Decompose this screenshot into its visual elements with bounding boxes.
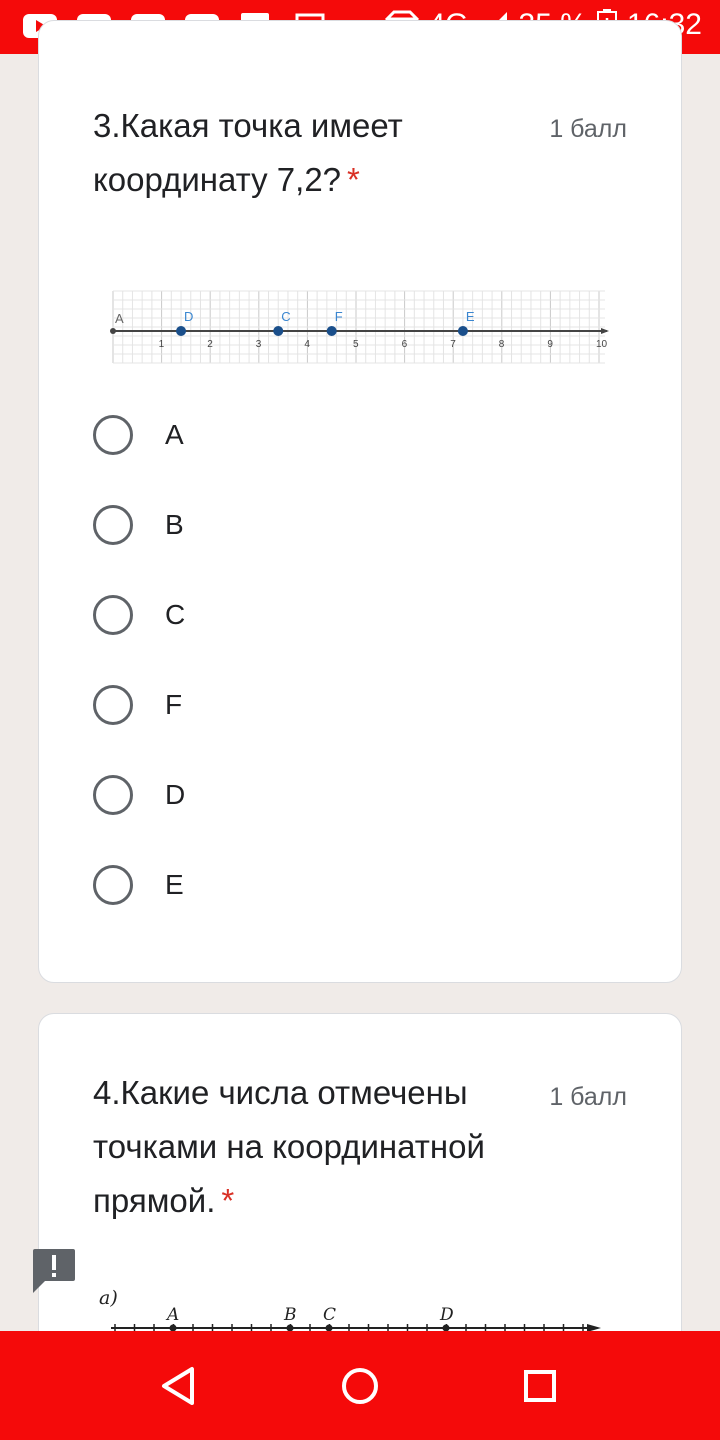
point-label: E [466,309,475,324]
tick-label: 9 [547,339,553,350]
question-title: 3.Какая точка имеет координату 7,2? * [93,107,403,198]
point-label: D [184,309,193,324]
tick-label: 5 [353,339,359,350]
point-label: D [439,1305,454,1325]
tick-label: 4 [304,339,310,350]
question-points: 1 балл [549,1083,627,1111]
point-label: B [283,1305,297,1325]
number-line-image: 1 2 3 4 5 6 7 8 9 10 A D C F E [110,290,609,364]
point-marker [176,326,187,336]
radio-button[interactable] [93,415,133,455]
recents-icon[interactable] [517,1363,563,1409]
part-label: а) [99,1287,118,1309]
question-title: 4.Какие числа отмечены точками на коорди… [93,1074,485,1219]
point-label: C [323,1305,336,1325]
option-f[interactable]: F [93,680,613,730]
point-label: C [281,309,290,324]
option-e[interactable]: E [93,860,613,910]
option-b[interactable]: B [93,500,613,550]
tick-label: 7 [450,339,456,350]
tick-label: 8 [499,339,505,350]
back-icon[interactable] [156,1363,202,1409]
report-feedback-icon[interactable] [31,1247,77,1293]
radio-button[interactable] [93,775,133,815]
tick-label: 2 [207,339,213,350]
handwritten-number-line-image: а) A B C D [99,1287,601,1332]
radio-button[interactable] [93,865,133,905]
home-icon[interactable] [337,1363,383,1409]
question-card: 4.Какие числа отмечены точками на коорди… [38,1013,682,1373]
tick-label: 1 [159,339,165,350]
question-card: 3.Какая точка имеет координату 7,2? * 1 б… [38,20,682,983]
question-points: 1 балл [549,115,627,143]
radio-button[interactable] [93,505,133,545]
navigation-bar [0,1331,720,1440]
point-marker [457,326,468,336]
required-mark: * [221,1182,235,1219]
point-label: A [115,311,124,326]
required-mark: * [347,161,360,198]
point-marker [110,328,116,334]
tick-label: 10 [596,339,608,350]
point-marker [273,326,284,336]
point-marker [326,326,337,336]
option-d[interactable]: D [93,770,613,820]
point-label: A [165,1305,179,1325]
tick-label: 3 [256,339,262,350]
option-a[interactable]: A [93,410,613,460]
radio-button[interactable] [93,685,133,725]
radio-button[interactable] [93,595,133,635]
point-label: F [335,309,343,324]
option-c[interactable]: C [93,590,613,640]
tick-label: 6 [402,339,408,350]
axis-arrow [601,328,609,334]
